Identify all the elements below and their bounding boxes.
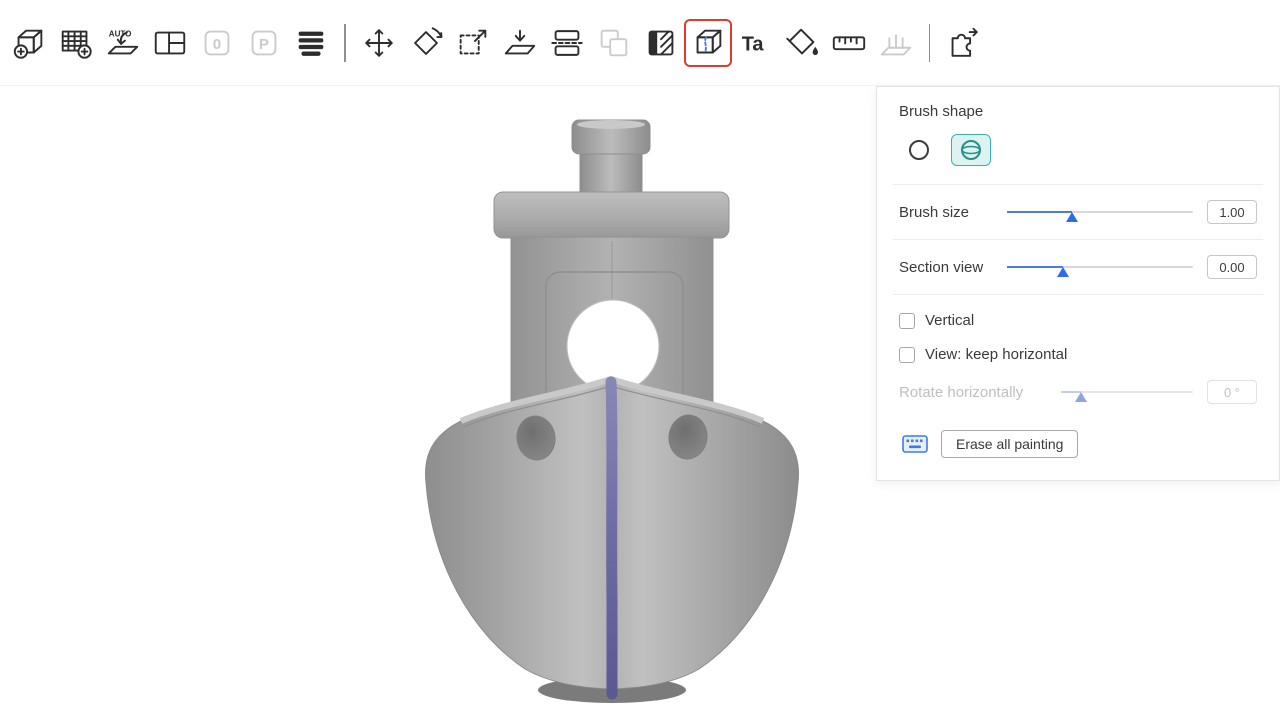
section-view-value[interactable]: 0.00 (1207, 255, 1257, 279)
keyboard-icon (902, 435, 928, 453)
brush-shape-circle-option[interactable] (899, 134, 939, 166)
tool-add-plate[interactable] (55, 22, 97, 64)
seam-painting-icon (689, 24, 727, 62)
rotate-horizontally-row: Rotate horizontally 0 ° (899, 380, 1257, 404)
vertical-checkbox[interactable] (899, 313, 915, 329)
divider (893, 294, 1263, 295)
tool-cut[interactable] (546, 22, 588, 64)
clone-icon (595, 24, 633, 62)
tool-measure[interactable] (828, 22, 870, 64)
text-tool-label: Ta (741, 33, 764, 55)
keep-horizontal-checkbox[interactable] (899, 347, 915, 363)
tool-scale[interactable] (452, 22, 494, 64)
tool-badge-zero[interactable]: 0 (196, 22, 238, 64)
place-on-face-icon (501, 24, 539, 62)
sphere-brush-icon (959, 138, 983, 162)
circle-brush-icon (907, 138, 931, 162)
text-tool-icon: Ta (736, 24, 774, 62)
brush-size-row: Brush size 1.00 (899, 200, 1257, 224)
zero-badge-icon: 0 (198, 24, 236, 62)
layers-icon (292, 24, 330, 62)
toolbar-separator (344, 24, 346, 62)
divider (893, 239, 1263, 240)
rotate-horizontally-label: Rotate horizontally (899, 384, 1061, 401)
brush-size-label: Brush size (899, 204, 1007, 221)
tool-add-object[interactable] (8, 22, 50, 64)
vertical-checkbox-label: Vertical (925, 312, 974, 329)
color-painting-icon (783, 24, 821, 62)
tool-split-objects[interactable] (149, 22, 191, 64)
brush-shape-label: Brush shape (899, 103, 1257, 120)
rotate-horizontally-value[interactable]: 0 ° (1207, 380, 1257, 404)
keyboard-shortcuts-button[interactable] (899, 431, 931, 457)
toolbar-separator (929, 24, 931, 62)
tool-place-on-face[interactable] (499, 22, 541, 64)
add-plate-icon (57, 24, 95, 62)
rotate-horizontally-slider[interactable] (1061, 383, 1193, 401)
slider-fill (1007, 211, 1072, 213)
variable-layer-height-icon (642, 24, 680, 62)
slider-thumb[interactable] (1075, 392, 1087, 402)
boat-roof (494, 192, 729, 238)
panel-actions: Erase all painting (899, 430, 1257, 458)
keep-horizontal-checkbox-row[interactable]: View: keep horizontal (899, 346, 1257, 363)
tool-color-painting[interactable] (781, 22, 823, 64)
vertical-checkbox-row[interactable]: Vertical (899, 312, 1257, 329)
tool-badge-p[interactable]: P (243, 22, 285, 64)
section-view-row: Section view 0.00 (899, 255, 1257, 279)
seam-painting-panel: Brush shape Brush size 1.00 Section view (876, 86, 1280, 481)
seam-paint-stripe (611, 382, 612, 694)
tool-assembly[interactable] (942, 22, 984, 64)
brush-shape-options (899, 134, 1257, 166)
auto-label: AUTO (109, 29, 132, 38)
add-object-icon (10, 24, 48, 62)
split-objects-icon (151, 24, 189, 62)
tool-layers[interactable] (290, 22, 332, 64)
scale-icon (454, 24, 492, 62)
slider-fill (1007, 266, 1063, 268)
tool-auto-orient[interactable]: AUTO (102, 22, 144, 64)
brush-size-value[interactable]: 1.00 (1207, 200, 1257, 224)
section-view-slider[interactable] (1007, 258, 1193, 276)
tool-clone[interactable] (593, 22, 635, 64)
slider-thumb[interactable] (1066, 212, 1078, 222)
rotate-icon (407, 24, 445, 62)
brush-size-slider[interactable] (1007, 203, 1193, 221)
support-painting-icon (877, 24, 915, 62)
tool-support-painting[interactable] (875, 22, 917, 64)
cut-icon (548, 24, 586, 62)
move-icon (360, 24, 398, 62)
slider-thumb[interactable] (1057, 267, 1069, 277)
tool-text[interactable]: Ta (734, 22, 776, 64)
main-toolbar: AUTO 0 P (0, 0, 1280, 86)
tool-move[interactable] (358, 22, 400, 64)
boat-chimney (572, 120, 650, 196)
assembly-icon (944, 24, 982, 62)
brush-shape-sphere-option[interactable] (951, 134, 991, 166)
tool-rotate[interactable] (405, 22, 447, 64)
section-view-label: Section view (899, 259, 1007, 276)
tool-variable-layer-height[interactable] (640, 22, 682, 64)
p-label: P (259, 36, 269, 53)
zero-label: 0 (213, 36, 221, 53)
auto-orient-icon: AUTO (104, 24, 142, 62)
tool-seam-painting[interactable] (687, 22, 729, 64)
divider (893, 184, 1263, 185)
keep-horizontal-checkbox-label: View: keep horizontal (925, 346, 1067, 363)
erase-all-painting-button[interactable]: Erase all painting (941, 430, 1078, 458)
p-badge-icon: P (245, 24, 283, 62)
measure-icon (830, 24, 868, 62)
